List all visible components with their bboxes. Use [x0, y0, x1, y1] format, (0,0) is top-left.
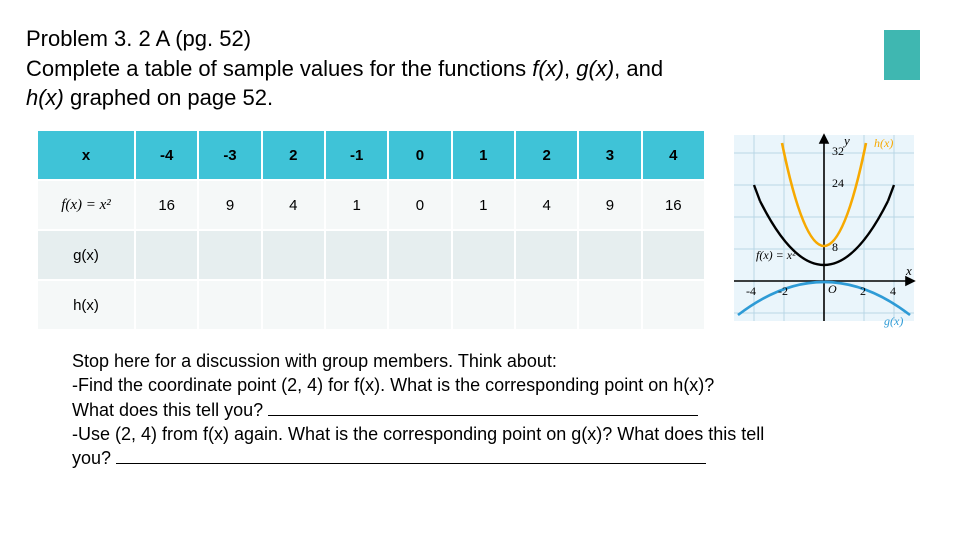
disc-l3: What does this tell you? [72, 398, 920, 422]
table-row-hx: h(x) [38, 281, 704, 329]
cell: 16 [643, 181, 704, 229]
cell [643, 231, 704, 279]
heading-c2: , and [614, 56, 663, 81]
th: 2 [516, 131, 577, 179]
x-tick-n4: -4 [746, 284, 756, 298]
heading-fx: f(x) [532, 56, 564, 81]
cell [579, 231, 640, 279]
disc-l2: -Find the coordinate point (2, 4) for f(… [72, 373, 920, 397]
fx-label-text: f(x) = x² [61, 197, 111, 213]
heading-c1: , [564, 56, 576, 81]
th: -1 [326, 131, 387, 179]
row-label-gx: g(x) [38, 231, 134, 279]
graph-label-hx: h(x) [874, 136, 893, 150]
table-row-gx: g(x) [38, 231, 704, 279]
cell [263, 231, 324, 279]
axis-x-label: x [905, 263, 912, 278]
row-label-fx: f(x) = x² [38, 181, 134, 229]
th-x: x [38, 131, 134, 179]
cell [199, 231, 260, 279]
heading-hx: h(x) [26, 85, 64, 110]
x-tick-n2: -2 [778, 284, 788, 298]
cell: 0 [389, 181, 450, 229]
x-tick-2: 2 [860, 284, 866, 298]
th: 4 [643, 131, 704, 179]
th: 3 [579, 131, 640, 179]
cell: 9 [199, 181, 260, 229]
table-header-row: x -4 -3 2 -1 0 1 2 3 4 [38, 131, 704, 179]
disc-l5: you? [72, 446, 920, 470]
cell: 16 [136, 181, 197, 229]
cell: 1 [326, 181, 387, 229]
y-tick-24: 24 [832, 176, 844, 190]
cell [326, 281, 387, 329]
th: -4 [136, 131, 197, 179]
heading-gx: g(x) [576, 56, 614, 81]
graph-label-fx: f(x) = x² [756, 248, 796, 262]
y-tick-32: 32 [832, 144, 844, 158]
disc-l1: Stop here for a discussion with group me… [72, 349, 920, 373]
disc-l3a: What does this tell you? [72, 400, 268, 420]
cell [199, 281, 260, 329]
graph-svg: 32 24 8 -4 -2 2 4 O y x f(x) = x² h(x) g… [724, 129, 924, 329]
cell [389, 231, 450, 279]
th: 2 [263, 131, 324, 179]
cell [136, 231, 197, 279]
cell: 4 [516, 181, 577, 229]
graph-label-gx: g(x) [884, 314, 903, 328]
cell [579, 281, 640, 329]
disc-l4: -Use (2, 4) from f(x) again. What is the… [72, 422, 920, 446]
axis-y-label: y [842, 133, 850, 148]
values-table: x -4 -3 2 -1 0 1 2 3 4 f(x) = x² 16 9 4 … [36, 129, 706, 331]
discussion-block: Stop here for a discussion with group me… [0, 331, 960, 470]
cell [389, 281, 450, 329]
heading-line1: Problem 3. 2 A (pg. 52) [26, 26, 251, 51]
disc-l5a: you? [72, 448, 116, 468]
blank-line-2 [116, 446, 706, 464]
cell [516, 281, 577, 329]
cell [453, 281, 514, 329]
origin-label: O [828, 282, 837, 296]
cell [136, 281, 197, 329]
cell: 4 [263, 181, 324, 229]
cell [516, 231, 577, 279]
heading-line2a: Complete a table of sample values for th… [26, 56, 532, 81]
y-tick-8: 8 [832, 240, 838, 254]
corner-accent [884, 30, 920, 80]
blank-line-1 [268, 398, 698, 416]
cell [643, 281, 704, 329]
heading-line2b: graphed on page 52. [64, 85, 273, 110]
cell [326, 231, 387, 279]
problem-heading: Problem 3. 2 A (pg. 52) Complete a table… [0, 0, 960, 129]
th: -3 [199, 131, 260, 179]
table-row-fx: f(x) = x² 16 9 4 1 0 1 4 9 16 [38, 181, 704, 229]
x-tick-4: 4 [890, 284, 896, 298]
cell: 9 [579, 181, 640, 229]
graph: 32 24 8 -4 -2 2 4 O y x f(x) = x² h(x) g… [724, 129, 924, 329]
th: 0 [389, 131, 450, 179]
row-label-hx: h(x) [38, 281, 134, 329]
cell [263, 281, 324, 329]
cell [453, 231, 514, 279]
th: 1 [453, 131, 514, 179]
cell: 1 [453, 181, 514, 229]
